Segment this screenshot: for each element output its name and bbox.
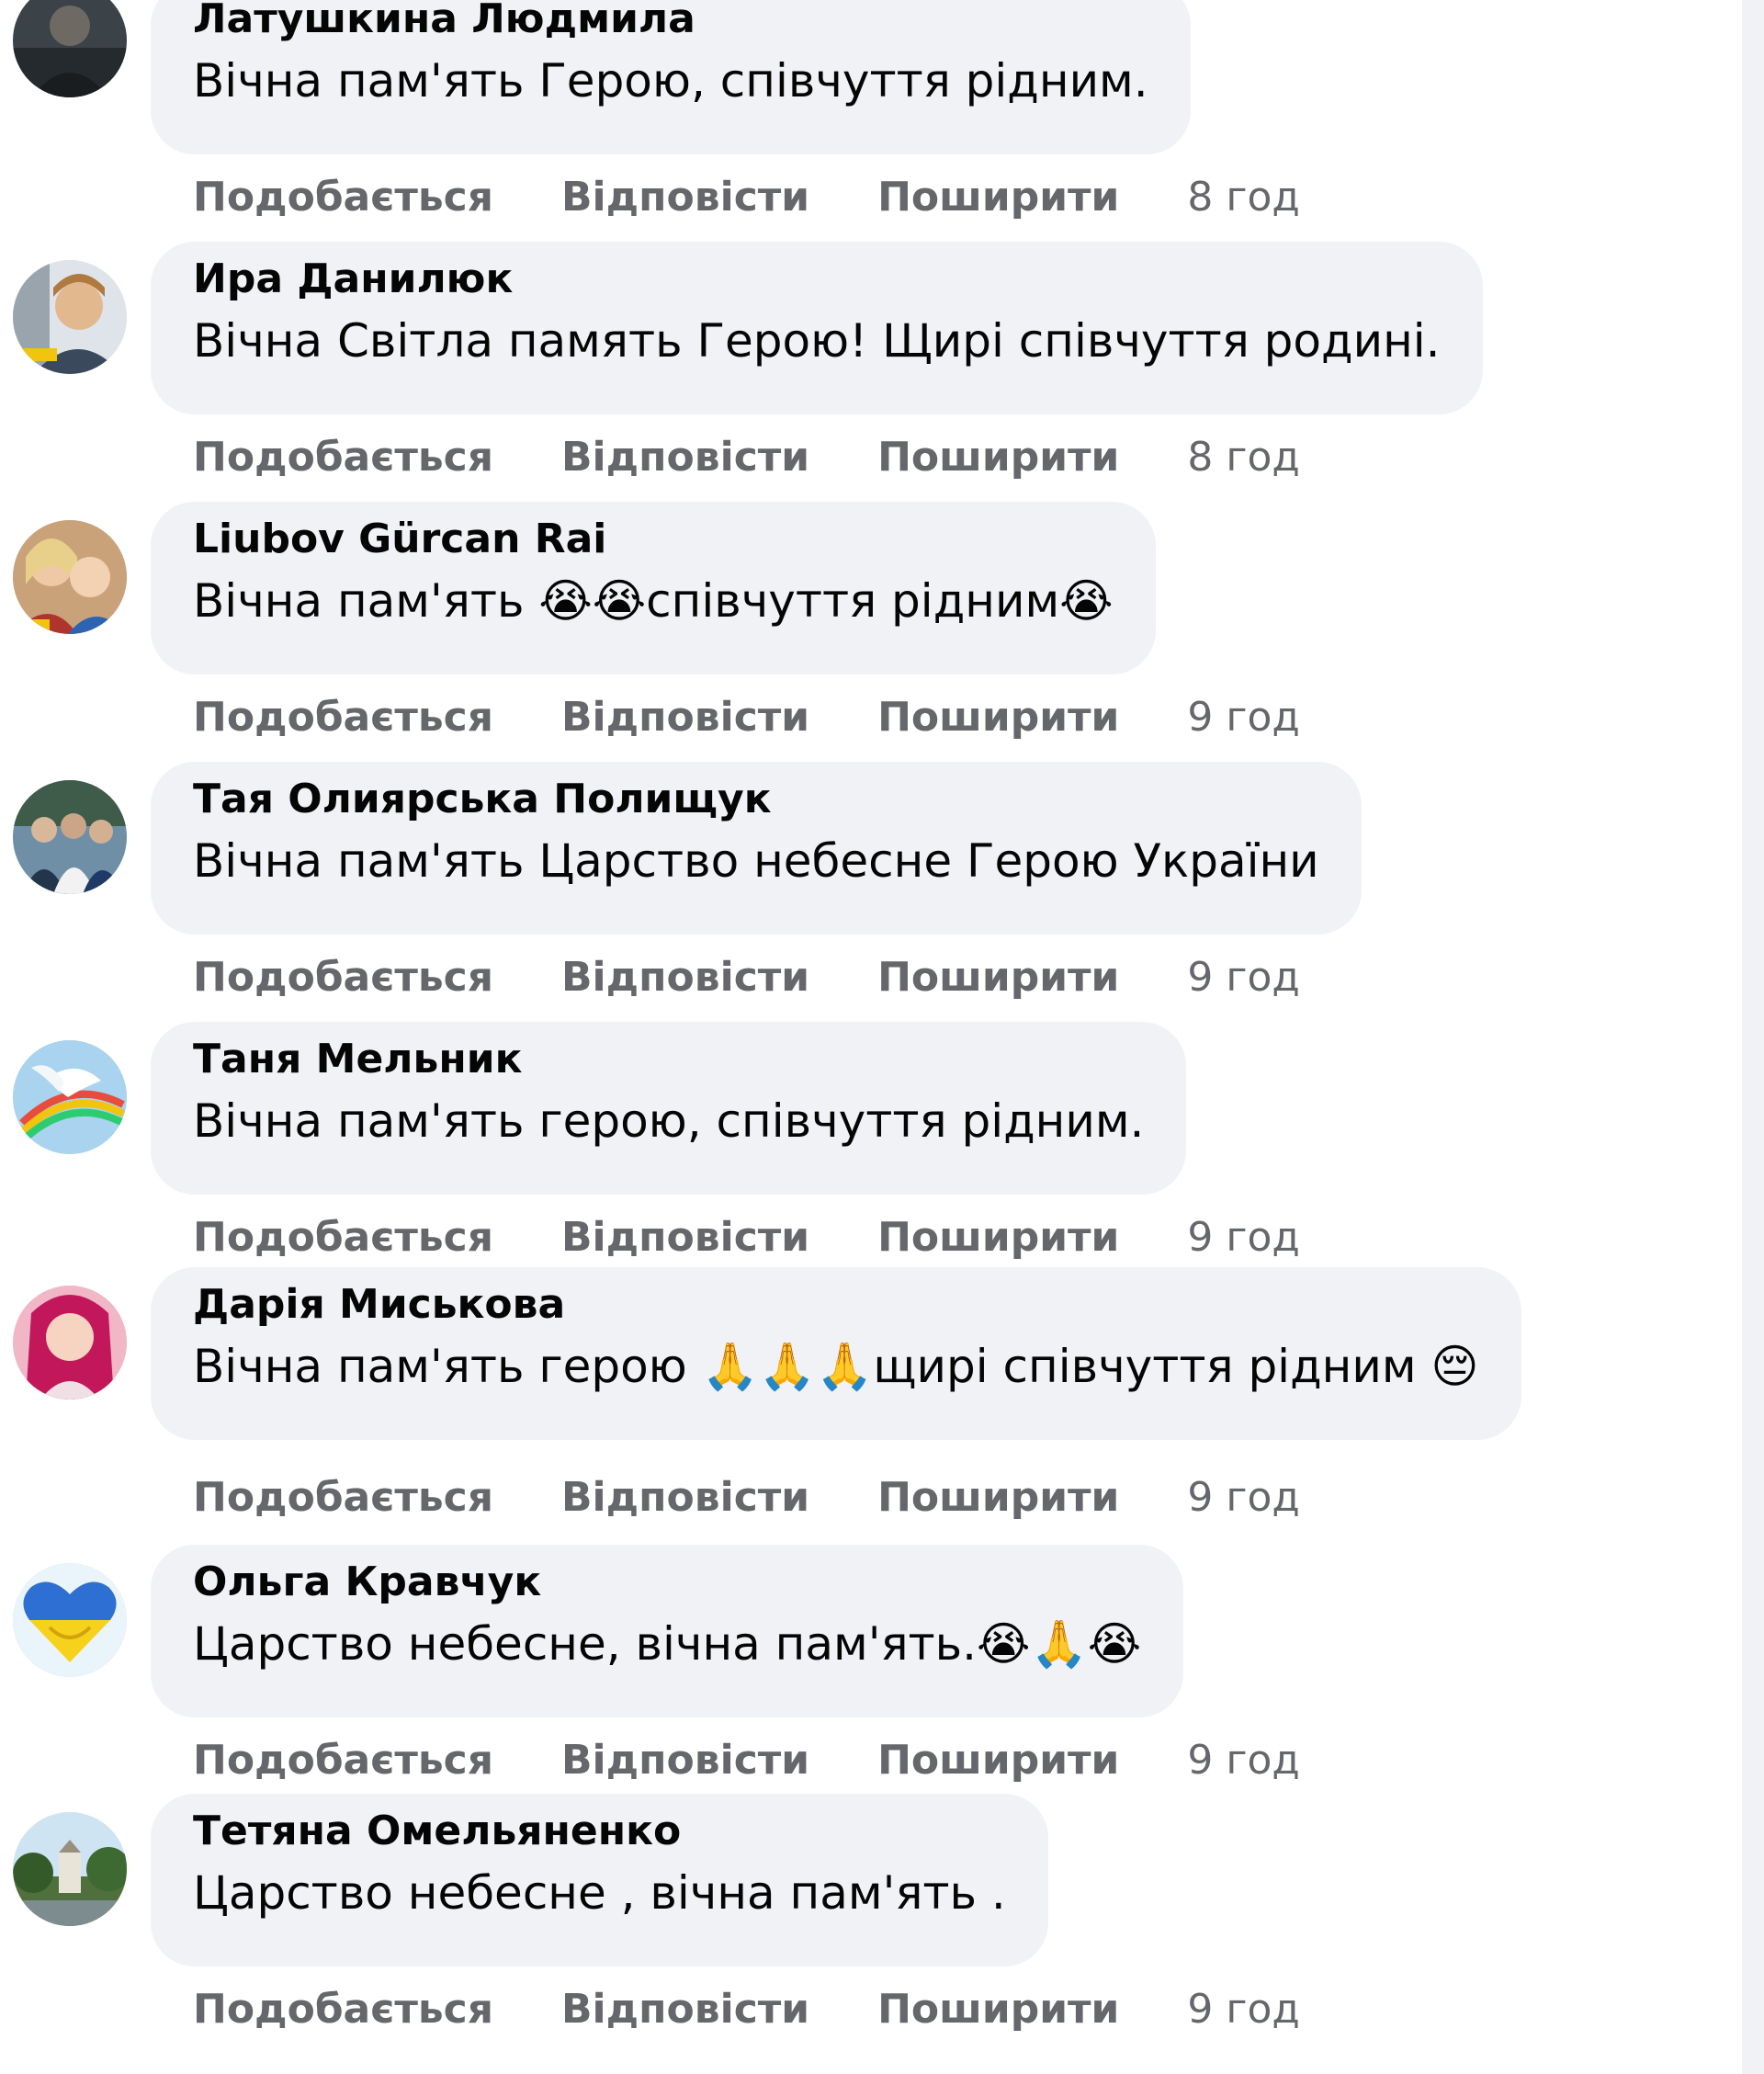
comment-actions: Подобається Відповісти Поширити 8 год — [193, 170, 1300, 225]
comment-timestamp[interactable]: 9 год — [1187, 1210, 1299, 1265]
share-button[interactable]: Поширити — [877, 1982, 1119, 2037]
comment-actions: Подобається Відповісти Поширити 9 год — [193, 1982, 1300, 2037]
avatar[interactable] — [13, 1563, 127, 1677]
comment-actions: Подобається Відповісти Поширити 9 год — [193, 690, 1300, 745]
comment-timestamp[interactable]: 9 год — [1187, 1470, 1299, 1525]
person-photo-avatar-icon — [13, 0, 127, 97]
scrollbar-track[interactable] — [1742, 0, 1764, 2074]
comment-author[interactable]: Тая Олиярська Полищук — [193, 775, 1319, 824]
comment-bubble: Liubov Gürcan Rai Вічна пам'ять 😭😭співчу… — [151, 502, 1156, 674]
comment-text: Вічна Світла память Герою! Щирі співчутт… — [193, 314, 1441, 368]
avatar[interactable] — [13, 1286, 127, 1400]
share-button[interactable]: Поширити — [877, 1210, 1119, 1265]
like-button[interactable]: Подобається — [193, 170, 493, 225]
reply-button[interactable]: Відповісти — [561, 170, 809, 225]
avatar[interactable] — [13, 1812, 127, 1926]
comment-bubble: Тая Олиярська Полищук Вічна пам'ять Царс… — [151, 762, 1362, 935]
reply-button[interactable]: Відповісти — [561, 950, 809, 1005]
comment-actions: Подобається Відповісти Поширити 9 год — [193, 1470, 1300, 1525]
avatar[interactable] — [13, 0, 127, 97]
comment-timestamp[interactable]: 8 год — [1187, 170, 1299, 225]
comment-text: Царство небесне, вічна пам'ять.😭🙏😭 — [193, 1617, 1142, 1671]
reply-button[interactable]: Відповісти — [561, 1470, 809, 1525]
comment: Ольга Кравчук Царство небесне, вічна пам… — [0, 1545, 1727, 1823]
avatar[interactable] — [13, 260, 127, 374]
comment: Таня Мельник Вічна пам'ять герою, співчу… — [0, 1022, 1727, 1300]
comment-actions: Подобається Відповісти Поширити 9 год — [193, 1733, 1300, 1788]
like-button[interactable]: Подобається — [193, 1982, 493, 2037]
share-button[interactable]: Поширити — [877, 690, 1119, 745]
comment-author[interactable]: Дарія Миськова — [193, 1280, 1479, 1330]
comment-text: Вічна пам'ять Герою, співчуття рідним. — [193, 54, 1148, 108]
comment: Латушкина Людмила Вічна пам'ять Герою, с… — [0, 0, 1727, 260]
reply-button[interactable]: Відповісти — [561, 1982, 809, 2037]
comment-author[interactable]: Таня Мельник — [193, 1035, 1144, 1084]
landscape-photo-avatar-icon — [13, 1812, 127, 1926]
comment: Тая Олиярська Полищук Вічна пам'ять Царс… — [0, 762, 1727, 1040]
comment-timestamp[interactable]: 8 год — [1187, 430, 1299, 485]
comment-bubble: Латушкина Людмила Вічна пам'ять Герою, с… — [151, 0, 1191, 154]
avatar[interactable] — [13, 780, 127, 894]
comment-text: Вічна пам'ять герою 🙏🙏🙏щирі співчуття рі… — [193, 1340, 1479, 1393]
like-button[interactable]: Подобається — [193, 1733, 493, 1788]
comment-actions: Подобається Відповісти Поширити 8 год — [193, 430, 1300, 485]
comment-timestamp[interactable]: 9 год — [1187, 1733, 1299, 1788]
like-button[interactable]: Подобається — [193, 430, 493, 485]
like-button[interactable]: Подобається — [193, 1210, 493, 1265]
comment-author[interactable]: Ольга Кравчук — [193, 1558, 1141, 1607]
comment-author[interactable]: Латушкина Людмила — [193, 0, 1148, 44]
comment-bubble: Ира Данилюк Вічна Світла память Герою! Щ… — [151, 242, 1483, 414]
comment-bubble: Ольга Кравчук Царство небесне, вічна пам… — [151, 1545, 1184, 1717]
avatar[interactable] — [13, 1040, 127, 1154]
comment: Ира Данилюк Вічна Світла память Герою! Щ… — [0, 242, 1727, 520]
comment-actions: Подобається Відповісти Поширити 9 год — [193, 1210, 1300, 1265]
group-photo-avatar-icon — [13, 780, 127, 894]
reply-button[interactable]: Відповісти — [561, 430, 809, 485]
comment-bubble: Дарія Миськова Вічна пам'ять герою 🙏🙏🙏щи… — [151, 1267, 1521, 1440]
comment-text: Вічна пам'ять Царство небесне Герою Укра… — [193, 834, 1319, 888]
share-button[interactable]: Поширити — [877, 170, 1119, 225]
like-button[interactable]: Подобається — [193, 950, 493, 1005]
comment: Liubov Gürcan Rai Вічна пам'ять 😭😭співчу… — [0, 502, 1727, 780]
comment: Тетяна Омельяненко Царство небесне , віч… — [0, 1794, 1727, 2072]
reply-button[interactable]: Відповісти — [561, 1210, 809, 1265]
comment-bubble: Тетяна Омельяненко Царство небесне , віч… — [151, 1794, 1048, 1966]
share-button[interactable]: Поширити — [877, 430, 1119, 485]
reply-button[interactable]: Відповісти — [561, 1733, 809, 1788]
person-photo-avatar-icon — [13, 260, 127, 374]
share-button[interactable]: Поширити — [877, 1470, 1119, 1525]
comment-text: Царство небесне , вічна пам'ять . — [193, 1866, 1006, 1920]
reply-button[interactable]: Відповісти — [561, 690, 809, 745]
comment-actions: Подобається Відповісти Поширити 9 год — [193, 950, 1300, 1005]
ukraine-heart-avatar-icon — [13, 1563, 127, 1677]
comment-text: Вічна пам'ять 😭😭співчуття рідним😭 — [193, 574, 1114, 628]
share-button[interactable]: Поширити — [877, 950, 1119, 1005]
like-button[interactable]: Подобається — [193, 690, 493, 745]
comment-timestamp[interactable]: 9 год — [1187, 690, 1299, 745]
comment: Дарія Миськова Вічна пам'ять герою 🙏🙏🙏щи… — [0, 1267, 1727, 1560]
avatar[interactable] — [13, 520, 127, 634]
person-photo-avatar-icon — [13, 1286, 127, 1400]
comment-bubble: Таня Мельник Вічна пам'ять герою, співчу… — [151, 1022, 1187, 1195]
comment-timestamp[interactable]: 9 год — [1187, 1982, 1299, 2037]
like-button[interactable]: Подобається — [193, 1470, 493, 1525]
family-photo-avatar-icon — [13, 520, 127, 634]
comment-author[interactable]: Liubov Gürcan Rai — [193, 515, 1114, 564]
dove-avatar-icon — [13, 1040, 127, 1154]
comment-author[interactable]: Тетяна Омельяненко — [193, 1807, 1006, 1856]
share-button[interactable]: Поширити — [877, 1733, 1119, 1788]
comment-text: Вічна пам'ять герою, співчуття рідним. — [193, 1094, 1145, 1148]
comment-timestamp[interactable]: 9 год — [1187, 950, 1299, 1005]
comment-author[interactable]: Ира Данилюк — [193, 255, 1441, 304]
